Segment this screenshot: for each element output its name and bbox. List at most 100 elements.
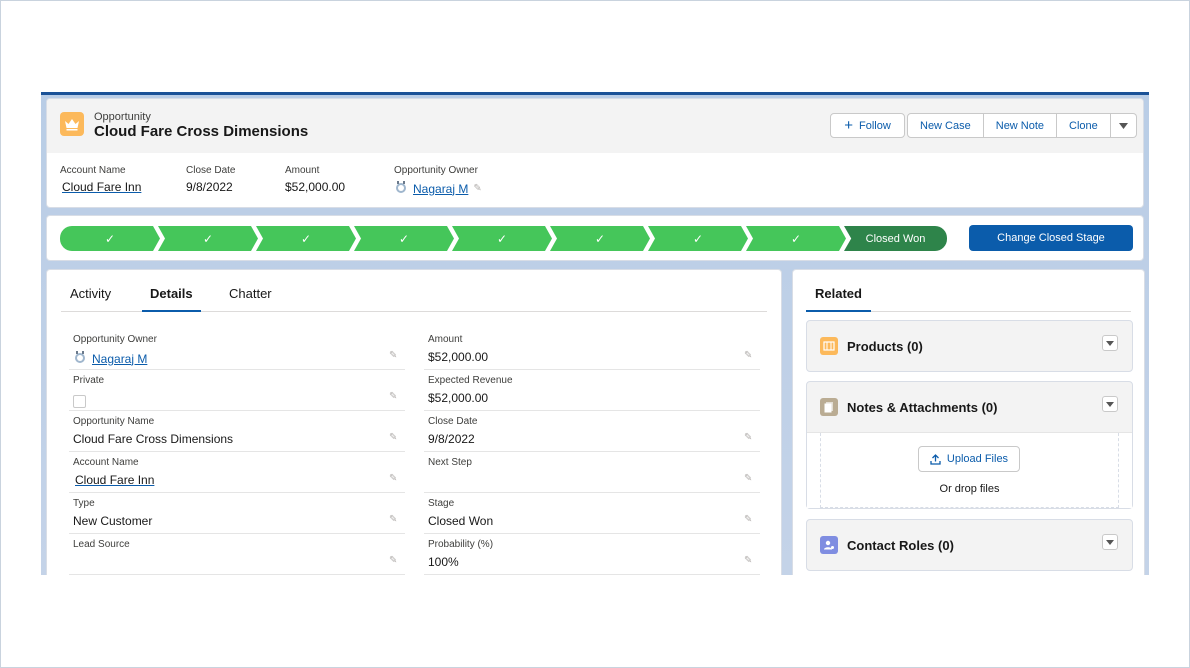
checkmark-icon: ✓ bbox=[104, 231, 116, 246]
more-actions-button[interactable] bbox=[1110, 113, 1137, 138]
path-step-complete[interactable]: ✓ bbox=[60, 226, 160, 251]
follow-button[interactable]: + Follow bbox=[830, 113, 905, 138]
field-lead-source: Lead Source ✎ bbox=[69, 535, 405, 575]
checkmark-icon: ✓ bbox=[790, 231, 802, 246]
record-title: Cloud Fare Cross Dimensions bbox=[94, 123, 309, 140]
path-step-complete[interactable]: ✓ bbox=[158, 226, 258, 251]
edit-pencil-icon[interactable]: ✎ bbox=[744, 514, 754, 525]
checkmark-icon: ✓ bbox=[692, 231, 704, 246]
field-probability: Probability (%) 100% ✎ bbox=[424, 535, 760, 575]
field-label: Amount bbox=[428, 334, 463, 345]
account-name-link[interactable]: Cloud Fare Inn bbox=[62, 180, 141, 194]
chevron-down-icon bbox=[1106, 401, 1114, 407]
clone-button[interactable]: Clone bbox=[1057, 113, 1111, 138]
field-value: 100% bbox=[428, 555, 459, 569]
checkmark-icon: ✓ bbox=[496, 231, 508, 246]
details-right-column: Amount $52,000.00 ✎ Expected Revenue $52… bbox=[424, 330, 760, 575]
related-list-title[interactable]: Notes & Attachments (0) bbox=[847, 400, 997, 415]
path-step-current[interactable]: Closed Won bbox=[844, 226, 947, 251]
edit-pencil-icon[interactable]: ✎ bbox=[744, 350, 754, 361]
field-value: Nagaraj M bbox=[73, 350, 147, 367]
field-label: Lead Source bbox=[73, 539, 130, 550]
related-list-header: Products (0) bbox=[807, 321, 1132, 371]
user-avatar-icon bbox=[73, 350, 87, 367]
header-title-bar: Opportunity Cloud Fare Cross Dimensions … bbox=[47, 99, 1143, 153]
edit-pencil-icon[interactable]: ✎ bbox=[744, 555, 754, 566]
checkmark-icon: ✓ bbox=[398, 231, 410, 246]
checkmark-icon: ✓ bbox=[300, 231, 312, 246]
new-case-button[interactable]: New Case bbox=[907, 113, 984, 138]
chevron-down-icon bbox=[1106, 340, 1114, 346]
related-panel: Related Products (0) Notes & Attachments… bbox=[792, 269, 1145, 575]
follow-label: Follow bbox=[858, 119, 891, 132]
highlight-opportunity-owner: Opportunity Owner Nagaraj M ✎ bbox=[394, 165, 482, 197]
field-amount: Amount $52,000.00 ✎ bbox=[424, 330, 760, 370]
field-value: Closed Won bbox=[428, 514, 494, 528]
edit-pencil-icon[interactable]: ✎ bbox=[389, 473, 399, 484]
path-step-complete[interactable]: ✓ bbox=[648, 226, 748, 251]
highlight-amount: Amount $52,000.00 bbox=[285, 165, 345, 194]
field-value: New Customer bbox=[73, 514, 153, 528]
path-step-complete[interactable]: ✓ bbox=[746, 226, 846, 251]
field-stage: Stage Closed Won ✎ bbox=[424, 494, 760, 534]
change-owner-icon[interactable]: ✎ bbox=[389, 350, 399, 361]
edit-pencil-icon[interactable]: ✎ bbox=[389, 391, 399, 402]
related-list-header: Notes & Attachments (0) bbox=[807, 382, 1132, 432]
field-type: Type New Customer ✎ bbox=[69, 494, 405, 534]
tab-activity[interactable]: Activity bbox=[70, 286, 111, 312]
action-button-group: New Case New Note Clone bbox=[907, 113, 1137, 138]
edit-pencil-icon[interactable]: ✎ bbox=[744, 473, 754, 484]
field-label: Next Step bbox=[428, 457, 472, 468]
field-label: Account Name bbox=[73, 457, 139, 468]
path-step-complete[interactable]: ✓ bbox=[550, 226, 650, 251]
edit-pencil-icon[interactable]: ✎ bbox=[389, 555, 399, 566]
tab-details[interactable]: Details bbox=[142, 286, 201, 312]
related-list-menu-button[interactable] bbox=[1102, 396, 1118, 412]
edit-pencil-icon[interactable]: ✎ bbox=[389, 514, 399, 525]
field-expected-revenue: Expected Revenue $52,000.00 bbox=[424, 371, 760, 411]
record-header: Opportunity Cloud Fare Cross Dimensions … bbox=[46, 98, 1144, 208]
chevron-down-icon bbox=[1106, 539, 1114, 545]
related-list-notes-attachments: Notes & Attachments (0) Upload Files Or … bbox=[806, 381, 1133, 509]
field-label: Opportunity Name bbox=[73, 416, 155, 427]
change-owner-icon[interactable]: ✎ bbox=[473, 183, 481, 194]
change-closed-stage-button[interactable]: Change Closed Stage bbox=[969, 225, 1133, 251]
edit-pencil-icon[interactable]: ✎ bbox=[389, 432, 399, 443]
chevron-down-icon bbox=[1118, 122, 1128, 129]
edit-pencil-icon[interactable]: ✎ bbox=[744, 432, 754, 443]
plus-icon: + bbox=[844, 117, 853, 134]
path-step-complete[interactable]: ✓ bbox=[354, 226, 454, 251]
related-list-contact-roles: Contact Roles (0) bbox=[806, 519, 1133, 571]
details-left-column: Opportunity Owner Nagaraj M ✎ Private ✎ … bbox=[69, 330, 405, 575]
field-label: Close Date bbox=[428, 416, 478, 427]
checkmark-icon: ✓ bbox=[594, 231, 606, 246]
field-next-step: Next Step ✎ bbox=[424, 453, 760, 493]
tab-related[interactable]: Related bbox=[806, 286, 871, 312]
owner-link[interactable]: Nagaraj M bbox=[413, 182, 468, 196]
related-list-title[interactable]: Products (0) bbox=[847, 339, 923, 354]
field-label: Private bbox=[73, 375, 105, 386]
related-list-header: Contact Roles (0) bbox=[807, 520, 1132, 570]
upload-files-button[interactable]: Upload Files bbox=[918, 446, 1020, 472]
field-label: Type bbox=[73, 498, 95, 509]
account-name-link[interactable]: Cloud Fare Inn bbox=[75, 473, 154, 487]
private-checkbox[interactable] bbox=[73, 395, 86, 408]
field-opportunity-owner: Opportunity Owner Nagaraj M ✎ bbox=[69, 330, 405, 370]
highlights-panel: Account Name Cloud Fare Inn Close Date 9… bbox=[60, 165, 1143, 199]
tab-chatter[interactable]: Chatter bbox=[229, 286, 272, 312]
highlight-label: Opportunity Owner bbox=[394, 165, 478, 176]
field-value: $52,000.00 bbox=[428, 391, 489, 405]
related-list-menu-button[interactable] bbox=[1102, 335, 1118, 351]
path-step-complete[interactable]: ✓ bbox=[452, 226, 552, 251]
related-list-menu-button[interactable] bbox=[1102, 534, 1118, 550]
new-note-button[interactable]: New Note bbox=[983, 113, 1058, 138]
path-step-complete[interactable]: ✓ bbox=[256, 226, 356, 251]
field-value: $52,000.00 bbox=[428, 350, 489, 364]
field-label: Stage bbox=[428, 498, 455, 509]
highlight-account-name: Account Name Cloud Fare Inn bbox=[60, 165, 141, 194]
owner-link[interactable]: Nagaraj M bbox=[92, 352, 147, 366]
file-dropzone[interactable]: Upload Files Or drop files bbox=[807, 432, 1132, 508]
field-value: 9/8/2022 bbox=[428, 432, 475, 446]
related-list-title[interactable]: Contact Roles (0) bbox=[847, 538, 954, 553]
owner-value: Nagaraj M ✎ bbox=[394, 180, 482, 197]
